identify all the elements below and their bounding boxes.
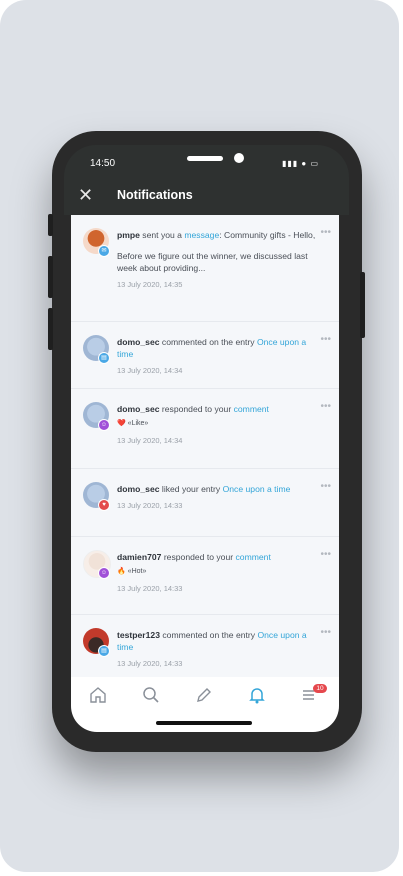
speaker-pill [187, 156, 223, 161]
notification-item[interactable]: ▤ testper123 commented on the entry Once… [71, 615, 339, 677]
heart-icon: ❤️ [117, 420, 126, 427]
menu-badge: 10 [313, 684, 327, 693]
comment-link[interactable]: comment [234, 404, 269, 414]
notification-list[interactable]: ✉ pmpe sent you a message: Community gif… [71, 215, 339, 677]
phone-button-volume-down [48, 308, 53, 350]
notification-item[interactable]: ☺ damien707 responded to your comment 🔥 … [71, 537, 339, 615]
timestamp: 13 July 2020, 14:33 [117, 584, 183, 593]
message-link[interactable]: message [184, 230, 219, 240]
comment-badge-icon: ▤ [98, 645, 110, 657]
notification-item[interactable]: ✉ pmpe sent you a message: Community gif… [71, 215, 339, 322]
timestamp: 13 July 2020, 14:33 [117, 501, 183, 510]
status-time: 14:50 [90, 158, 116, 169]
timestamp: 13 July 2020, 14:35 [117, 280, 183, 289]
more-options-icon[interactable]: ••• [320, 482, 331, 492]
timestamp: 13 July 2020, 14:34 [117, 366, 183, 375]
notification-item[interactable]: ☺ domo_sec responded to your comment ❤️ … [71, 389, 339, 469]
close-icon[interactable]: ✕ [78, 186, 93, 204]
action-text: commented on the entry [159, 337, 257, 347]
notification-item[interactable]: ▤ domo_sec commented on the entry Once u… [71, 322, 339, 389]
comment-link[interactable]: comment [236, 552, 271, 562]
action-text: commented on the entry [160, 630, 258, 640]
status-icons: ▮▮▮ ● ▭ [282, 159, 320, 168]
action-text: liked your entry [159, 484, 223, 494]
home-icon[interactable] [88, 685, 108, 705]
page-title: Notifications [117, 188, 193, 202]
notification-item[interactable]: ♥ domo_sec liked your entry Once upon a … [71, 469, 339, 537]
more-options-icon[interactable]: ••• [320, 628, 331, 638]
more-options-icon[interactable]: ••• [320, 550, 331, 560]
search-icon[interactable] [141, 685, 161, 705]
phone-button-mute [48, 214, 53, 236]
username[interactable]: testper123 [117, 630, 160, 640]
message-badge-icon: ✉ [98, 245, 110, 257]
comment-badge-icon: ▤ [98, 352, 110, 364]
more-options-icon[interactable]: ••• [320, 402, 331, 412]
username[interactable]: damien707 [117, 552, 161, 562]
home-indicator [156, 721, 252, 725]
entry-link[interactable]: Once upon a time [223, 484, 291, 494]
message-preview: Before we figure out the winner, we disc… [117, 251, 308, 273]
action-text: responded to your [159, 404, 234, 414]
username[interactable]: pmpe [117, 230, 140, 240]
reaction-badge-icon: ☺ [98, 567, 110, 579]
camera-dot [234, 153, 244, 163]
phone-button-power [360, 272, 365, 338]
username[interactable]: domo_sec [117, 484, 160, 494]
more-options-icon[interactable]: ••• [320, 228, 331, 238]
fire-icon: 🔥 [117, 568, 126, 575]
suffix-text: : Community gifts - Hello, [219, 230, 316, 240]
reaction-label: «Like» [127, 420, 149, 427]
timestamp: 13 July 2020, 14:33 [117, 659, 183, 668]
reaction-badge-icon: ☺ [98, 419, 110, 431]
timestamp: 13 July 2020, 14:34 [117, 436, 183, 445]
pencil-icon[interactable] [194, 685, 214, 705]
action-text: responded to your [161, 552, 236, 562]
bell-icon[interactable] [247, 685, 267, 705]
phone-button-volume-up [48, 256, 53, 298]
like-badge-icon: ♥ [98, 499, 110, 511]
username[interactable]: domo_sec [117, 404, 160, 414]
reaction-label: «Hot» [127, 568, 147, 575]
username[interactable]: domo_sec [117, 337, 160, 347]
more-options-icon[interactable]: ••• [320, 335, 331, 345]
action-text: sent you a [139, 230, 185, 240]
